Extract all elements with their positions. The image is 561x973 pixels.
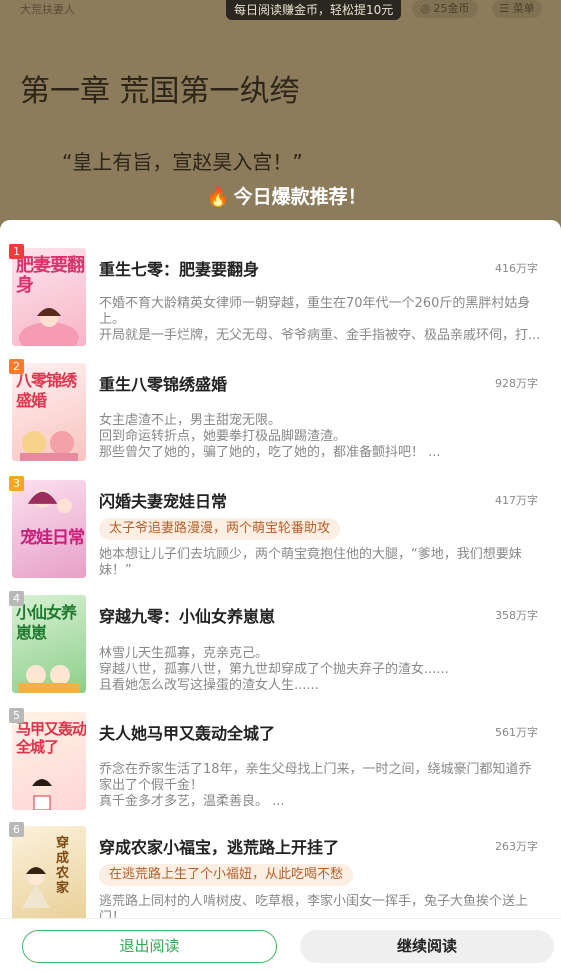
book-tag: 在逃荒路上生了个小福妞，从此吃喝不愁 <box>99 864 354 886</box>
book-title: 闪婚夫妻宠娃日常 <box>99 492 228 511</box>
exit-reading-button[interactable]: 退出阅读 <box>22 930 277 963</box>
sheet-footer: 退出阅读 继续阅读 <box>0 918 561 973</box>
rank-badge: 2 <box>9 359 24 374</box>
coin-promo-banner[interactable]: 每日阅读赚金币，轻松提10元 <box>226 0 402 20</box>
hot-recommend-title: 🔥 今日爆款推荐！ <box>206 182 367 209</box>
book-title: 重生八零锦绣盛婚 <box>99 375 228 394</box>
word-count: 561万字 <box>495 726 538 739</box>
rank-badge: 4 <box>9 591 24 606</box>
flame-icon: 🔥 <box>206 186 230 208</box>
book-title: 重生七零：肥妻要翻身 <box>99 260 260 279</box>
coin-icon: ◎ <box>420 2 431 15</box>
book-title: 穿成农家小福宝，逃荒路上开挂了 <box>99 838 340 857</box>
recommend-sheet: 1 肥妻要翻身 重生七零：肥妻要翻身 416万字 不婚不育大龄精英女律师一朝穿越… <box>0 220 561 972</box>
book-cover[interactable]: 小仙女养崽崽 <box>12 595 86 693</box>
menu-button[interactable]: ☰ 菜单 <box>492 0 542 18</box>
book-cover[interactable]: 宠娃日常 <box>12 480 86 578</box>
rank-badge: 5 <box>9 708 24 723</box>
chapter-first-line: “皇上有旨，宣赵昊入宫！” <box>62 150 303 174</box>
word-count: 263万字 <box>495 840 538 853</box>
cover-title: 肥妻要翻身 <box>16 255 85 296</box>
description-line: 林雪儿天生孤寡，克亲克己。 <box>99 646 269 661</box>
description-line: 乔念在乔家生活了18年，亲生父母找上门来，一时之间，绕城豪门都知道乔家出了个假千… <box>99 762 532 793</box>
word-count: 358万字 <box>495 609 538 622</box>
cover-illustration <box>22 867 50 908</box>
book-cover[interactable]: 马甲又轰动全城了 <box>12 712 86 810</box>
chapter-title: 第一章 荒国第一纨绔 <box>20 74 300 109</box>
rank-badge: 1 <box>9 244 24 259</box>
book-cover[interactable]: 八零锦绣盛婚 <box>12 363 86 461</box>
hot-recommend-label: 今日爆款推荐！ <box>233 186 367 208</box>
book-item[interactable]: 4 小仙女养崽崽 穿越九零：小仙女养崽崽 358万字 林雪儿天生孤寡，克亲克己。… <box>0 567 561 693</box>
menu-icon: ☰ <box>499 2 510 15</box>
book-cover[interactable]: 穿成农家 <box>12 826 86 924</box>
description-line: 回到命运转折点，她要拳打极品脚踢渣渣。 <box>99 429 347 444</box>
book-cover[interactable]: 肥妻要翻身 <box>12 248 86 346</box>
book-item[interactable]: 3 宠娃日常 闪婚夫妻宠娃日常 417万字 太子爷追妻路漫漫，两个萌宝轮番助攻 … <box>0 452 561 578</box>
cover-title: 小仙女养崽崽 <box>16 603 77 642</box>
book-title: 穿越九零：小仙女养崽崽 <box>99 607 276 626</box>
continue-reading-button[interactable]: 继续阅读 <box>300 930 554 963</box>
rank-badge: 6 <box>9 822 24 837</box>
menu-label: 菜单 <box>512 2 535 15</box>
word-count: 928万字 <box>495 377 538 390</box>
coin-count: 25金币 <box>433 2 470 15</box>
description-line: 女主虐渣不止，男主甜宠无限。 <box>99 413 282 428</box>
word-count: 416万字 <box>495 262 538 275</box>
book-item[interactable]: 2 八零锦绣盛婚 重生八零锦绣盛婚 928万字 女主虐渣不止，男主甜宠无限。 回… <box>0 335 561 461</box>
book-item[interactable]: 1 肥妻要翻身 重生七零：肥妻要翻身 416万字 不婚不育大龄精英女律师一朝穿越… <box>0 220 561 346</box>
book-tag: 太子爷追妻路漫漫，两个萌宝轮番助攻 <box>99 518 341 540</box>
cover-title: 马甲又轰动全城了 <box>16 720 86 756</box>
cover-title: 八零锦绣盛婚 <box>16 371 77 410</box>
rank-badge: 3 <box>9 476 24 491</box>
cover-title: 宠娃日常 <box>20 528 85 548</box>
description-line: 不婚不育大龄精英女律师一朝穿越，重生在70年代一个260斤的黑胖村姑身上。 <box>99 296 531 327</box>
book-item[interactable]: 5 马甲又轰动全城了 夫人她马甲又轰动全城了 561万字 乔念在乔家生活了18年… <box>0 684 561 810</box>
book-title: 夫人她马甲又轰动全城了 <box>99 724 276 743</box>
description-line: 穿越八世，孤寡八世，第九世却穿成了个抛夫弃子的渣女...... <box>99 662 449 677</box>
word-count: 417万字 <box>495 494 538 507</box>
book-title: 大荒扶妻人 <box>20 3 75 16</box>
book-item[interactable]: 6 穿成农家 穿成农家小福宝，逃荒路上开挂了 263万字 在逃荒路上生了个小福妞… <box>0 798 561 925</box>
coin-balance[interactable]: ◎ 25金币 <box>412 0 478 18</box>
